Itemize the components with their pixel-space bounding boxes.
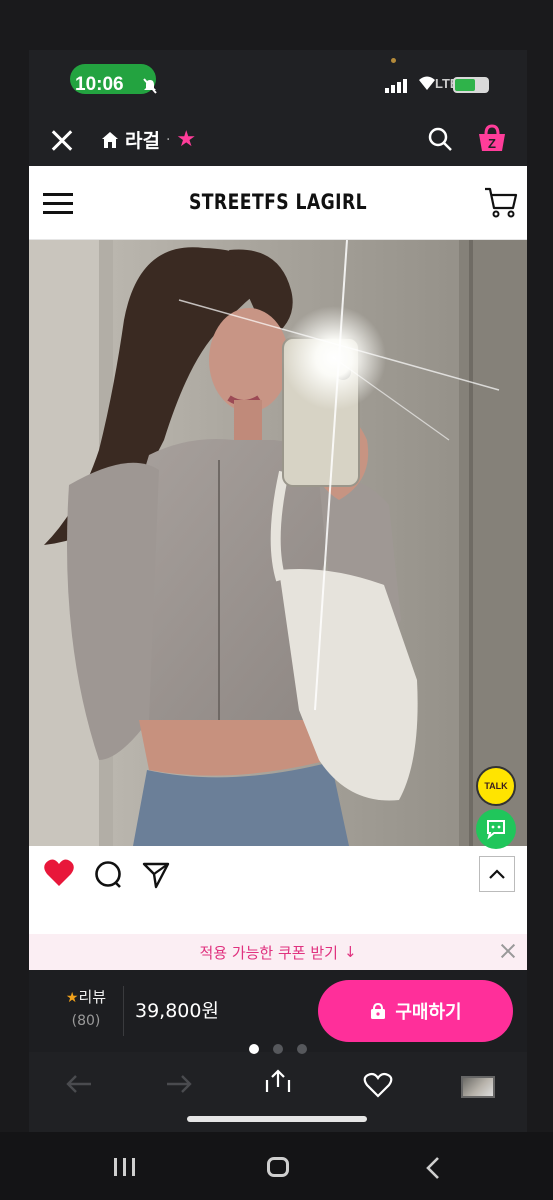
download-arrow-icon: ↓ [343, 943, 357, 961]
star-icon: ★ [65, 990, 79, 1006]
android-nav-bar [0, 1132, 553, 1200]
clock: 10:06 [75, 74, 124, 95]
heart-icon[interactable] [43, 858, 75, 888]
price: 39,800원 [135, 1000, 219, 1022]
comment-icon[interactable] [93, 860, 123, 890]
review-label: 리뷰 [78, 988, 107, 1006]
wifi-icon [419, 76, 435, 90]
close-icon[interactable] [47, 124, 77, 158]
page-dot [273, 1044, 283, 1054]
coupon-banner[interactable]: 적용 가능한 쿠폰 받기 ↓ [29, 934, 527, 970]
cart-icon[interactable] [483, 186, 519, 220]
star-icon[interactable]: ★ [176, 128, 196, 151]
close-icon[interactable] [499, 942, 517, 960]
app-header: 라걸 · ★ Z [29, 110, 527, 166]
home-button-icon[interactable] [267, 1157, 289, 1177]
brand-logo[interactable]: STREETFS LAGIRL [74, 190, 482, 214]
purchase-bar: ★리뷰 (80) 39,800원 구매하기 [29, 970, 527, 1052]
chat-icon [487, 820, 505, 840]
store-title[interactable]: 라걸 · ★ [101, 126, 196, 153]
buy-label: 구매하기 [395, 1002, 462, 1023]
status-bar: 10:06 LTE [29, 50, 527, 110]
hamburger-menu-icon[interactable] [43, 193, 73, 215]
back-arrow-icon[interactable] [65, 1072, 93, 1096]
home-icon [102, 131, 118, 148]
heart-outline-icon[interactable] [363, 1072, 393, 1098]
back-button-icon[interactable] [425, 1156, 441, 1180]
recent-apps-icon[interactable] [114, 1158, 135, 1176]
svg-text:Z: Z [488, 136, 496, 151]
camera-dot [391, 58, 396, 63]
store-name: 라걸 [125, 130, 160, 152]
send-icon[interactable] [141, 860, 171, 890]
post-actions [29, 846, 527, 906]
mute-icon [143, 78, 157, 94]
search-icon[interactable] [427, 126, 453, 152]
z-bag-icon[interactable]: Z [476, 122, 508, 154]
separator: · [165, 131, 171, 148]
browser-nav [29, 1062, 527, 1112]
share-icon[interactable] [263, 1068, 293, 1096]
product-photo[interactable] [29, 240, 527, 846]
lock-bag-icon [371, 1002, 386, 1019]
chevron-up-icon [489, 869, 505, 879]
site-header: STREETFS LAGIRL [29, 166, 527, 240]
battery-icon [453, 77, 489, 93]
page-indicator [29, 1044, 527, 1054]
signal-icon [385, 79, 407, 93]
page-dot-active [249, 1044, 259, 1054]
phone-screen: 10:06 LTE 라걸 · ★ Z STREETFS LAGIRL TALK … [29, 50, 527, 1132]
divider [123, 986, 124, 1036]
forward-arrow-icon[interactable] [165, 1072, 193, 1096]
review-count: (80) [71, 1013, 101, 1029]
home-indicator[interactable] [187, 1116, 367, 1122]
page-dot [297, 1044, 307, 1054]
web-content: STREETFS LAGIRL TALK 적용 가능한 쿠폰 받기 ↓ [29, 166, 527, 970]
chat-button[interactable] [476, 809, 516, 849]
scroll-top-button[interactable] [479, 856, 515, 892]
review-summary[interactable]: ★리뷰 (80) [51, 986, 121, 1029]
kakao-talk-button[interactable]: TALK [476, 766, 516, 806]
coupon-text: 적용 가능한 쿠폰 받기 [199, 943, 338, 962]
buy-button[interactable]: 구매하기 [318, 980, 513, 1042]
tab-thumbnail[interactable] [461, 1076, 495, 1098]
